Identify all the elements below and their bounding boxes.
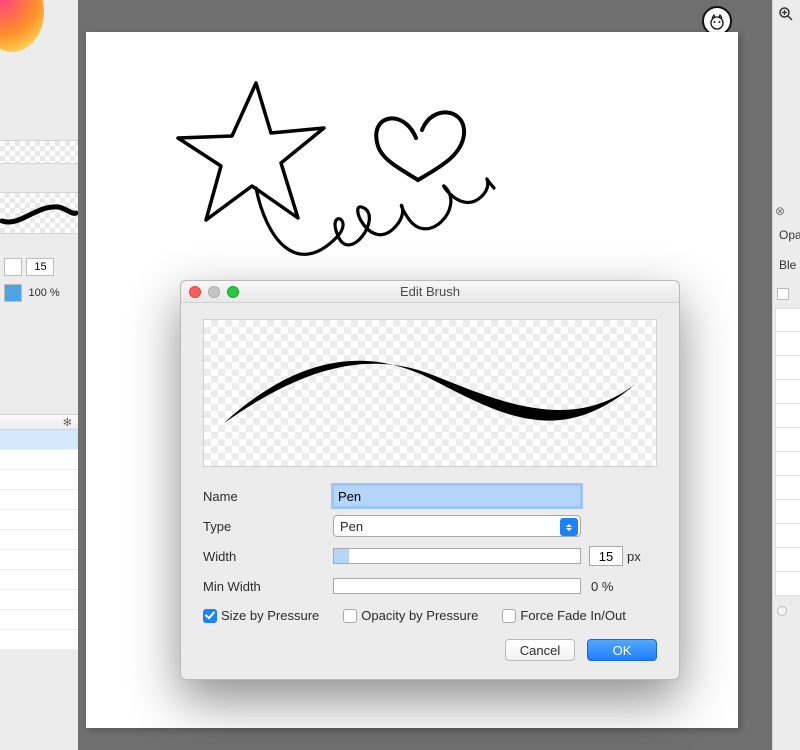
layer-row-selected[interactable] bbox=[0, 430, 78, 450]
window-close-button[interactable] bbox=[189, 286, 201, 298]
layer-row[interactable] bbox=[0, 630, 78, 650]
chevron-updown-icon bbox=[560, 518, 578, 536]
opacity-by-pressure-option[interactable]: Opacity by Pressure bbox=[343, 607, 478, 623]
layer-row[interactable] bbox=[0, 530, 78, 550]
force-fade-label: Force Fade In/Out bbox=[520, 608, 626, 623]
layer-row[interactable] bbox=[0, 550, 78, 570]
blend-label: Ble bbox=[779, 258, 798, 272]
min-width-value-label: 0 % bbox=[591, 579, 613, 594]
canvas-drawing bbox=[146, 68, 526, 298]
layer-list-header: ✻ bbox=[0, 414, 78, 430]
foreground-color-swatch[interactable] bbox=[4, 258, 22, 276]
right-list-row[interactable] bbox=[775, 524, 800, 548]
layer-row[interactable] bbox=[0, 450, 78, 470]
cancel-button[interactable]: Cancel bbox=[505, 639, 575, 661]
opacity-by-pressure-label: Opacity by Pressure bbox=[361, 608, 478, 623]
dialog-titlebar[interactable]: Edit Brush bbox=[181, 281, 679, 303]
brush-preview-stroke-icon bbox=[204, 320, 656, 467]
force-fade-option[interactable]: Force Fade In/Out bbox=[502, 607, 626, 623]
gear-icon[interactable]: ✻ bbox=[63, 416, 72, 429]
layer-row[interactable] bbox=[0, 470, 78, 490]
opacity-label: Opa bbox=[779, 228, 798, 242]
brush-type-selected-value: Pen bbox=[340, 519, 363, 534]
right-list-row[interactable] bbox=[775, 356, 800, 380]
window-controls bbox=[189, 286, 239, 298]
checkbox-icon bbox=[502, 609, 516, 623]
background-color-swatch[interactable] bbox=[4, 284, 22, 302]
dialog-title: Edit Brush bbox=[181, 284, 679, 299]
edit-brush-dialog: Edit Brush Name Type Pen Width bbox=[180, 280, 680, 680]
width-label: Width bbox=[203, 549, 333, 564]
min-width-label: Min Width bbox=[203, 579, 333, 594]
layer-row[interactable] bbox=[0, 590, 78, 610]
layer-row[interactable] bbox=[0, 610, 78, 630]
ok-button[interactable]: OK bbox=[587, 639, 657, 661]
layer-row[interactable] bbox=[0, 510, 78, 530]
right-list-row[interactable] bbox=[775, 500, 800, 524]
dialog-body: Name Type Pen Width px bbox=[181, 303, 679, 679]
right-list-row[interactable] bbox=[775, 332, 800, 356]
right-list-row[interactable] bbox=[775, 476, 800, 500]
texture-slot-1[interactable] bbox=[0, 141, 78, 163]
checkbox-icon bbox=[203, 609, 217, 623]
checkbox-icon bbox=[343, 609, 357, 623]
right-list-row[interactable] bbox=[775, 572, 800, 596]
width-slider[interactable] bbox=[333, 548, 581, 564]
brush-preview bbox=[203, 319, 657, 467]
size-by-pressure-label: Size by Pressure bbox=[221, 608, 319, 623]
brush-size-field[interactable]: 15 bbox=[26, 258, 54, 276]
brush-stroke-icon bbox=[0, 193, 78, 233]
brush-stroke-preview[interactable] bbox=[0, 193, 78, 233]
window-minimize-button[interactable] bbox=[208, 286, 220, 298]
right-list-row[interactable] bbox=[775, 428, 800, 452]
opacity-value-label: 100 % bbox=[28, 287, 59, 299]
type-label: Type bbox=[203, 519, 333, 534]
width-value-input[interactable] bbox=[589, 546, 623, 566]
brush-type-select[interactable]: Pen bbox=[333, 515, 581, 537]
right-list-row[interactable] bbox=[775, 404, 800, 428]
size-by-pressure-option[interactable]: Size by Pressure bbox=[203, 607, 319, 623]
right-list-row[interactable] bbox=[775, 380, 800, 404]
window-zoom-button[interactable] bbox=[227, 286, 239, 298]
width-unit-label: px bbox=[627, 549, 641, 564]
zoom-icon[interactable] bbox=[778, 6, 794, 22]
layer-row[interactable] bbox=[0, 490, 78, 510]
right-list-row[interactable] bbox=[775, 548, 800, 572]
layer-row[interactable] bbox=[0, 570, 78, 590]
radio-small[interactable] bbox=[777, 606, 787, 616]
left-tool-panel: 15 100 % ✻ bbox=[0, 0, 78, 750]
app-window: 15 100 % ✻ ⊗ Opa Ble bbox=[0, 0, 800, 750]
min-width-slider[interactable] bbox=[333, 578, 581, 594]
right-list-row[interactable] bbox=[775, 308, 800, 332]
brush-name-input[interactable] bbox=[333, 485, 581, 507]
mascot-icon bbox=[707, 11, 727, 31]
right-list-row[interactable] bbox=[775, 452, 800, 476]
close-panel-icon[interactable]: ⊗ bbox=[775, 204, 785, 218]
checkbox-small[interactable] bbox=[777, 288, 789, 300]
name-label: Name bbox=[203, 489, 333, 504]
width-slider-fill bbox=[334, 549, 349, 563]
right-inspector-panel: ⊗ Opa Ble bbox=[772, 0, 800, 750]
